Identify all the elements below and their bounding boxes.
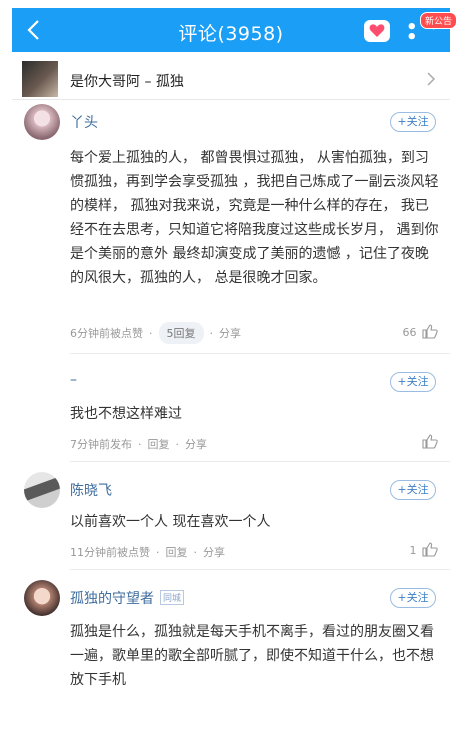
reply-button[interactable]: 回复 bbox=[166, 546, 188, 559]
comment-username[interactable]: 孤独的守望者 同城 bbox=[70, 588, 185, 608]
thumbs-up-icon bbox=[422, 542, 438, 557]
comment-item: – +关注 我也不想这样难过 7分钟前发布 · 回复 · 分享 bbox=[12, 366, 450, 462]
reply-button[interactable]: 5回复 bbox=[158, 322, 204, 344]
song-cover-image bbox=[22, 61, 58, 97]
share-button[interactable]: 分享 bbox=[203, 546, 225, 559]
follow-button[interactable]: +关注 bbox=[390, 588, 436, 608]
notice-badge: 新公告 bbox=[420, 12, 458, 29]
song-row[interactable]: 是你大哥阿 – 孤独 bbox=[12, 58, 450, 100]
top-bar: 评论(3958) • • • 新公告 bbox=[12, 8, 458, 52]
divider bbox=[70, 353, 450, 354]
comment-text: 以前喜欢一个人 现在喜欢一个人 bbox=[70, 514, 271, 530]
comment-time: 6分钟前被点赞 bbox=[70, 327, 143, 340]
avatar[interactable] bbox=[24, 472, 60, 508]
comment-time: 7分钟前发布 bbox=[70, 438, 132, 451]
comment-time: 11分钟前被点赞 bbox=[70, 546, 150, 559]
comment-text: 我也不想这样难过 bbox=[70, 406, 182, 422]
like-count: 1 bbox=[409, 544, 417, 557]
thumbs-up-icon bbox=[422, 434, 438, 449]
avatar[interactable] bbox=[24, 580, 60, 616]
comment-item: 孤独的守望者 同城 +关注 孤独是什么，孤独就是每天手机不离手，看过的朋友圈又看一… bbox=[12, 580, 450, 700]
like-button[interactable] bbox=[420, 434, 438, 449]
comment-item: 陈晓飞 +关注 以前喜欢一个人 现在喜欢一个人 11分钟前被点赞 · 回复 · 分享 1 bbox=[12, 472, 450, 570]
comment-meta: 7分钟前发布 · 回复 · 分享 bbox=[70, 438, 207, 451]
heart-icon[interactable] bbox=[364, 20, 390, 42]
comment-meta: 6分钟前被点赞 · 5回复 · 分享 bbox=[70, 322, 241, 344]
chevron-right-icon bbox=[427, 72, 436, 86]
comment-meta: 11分钟前被点赞 · 回复 · 分享 bbox=[70, 546, 225, 559]
follow-button[interactable]: +关注 bbox=[390, 480, 436, 500]
divider bbox=[70, 569, 450, 570]
song-title: 是你大哥阿 – 孤独 bbox=[70, 74, 184, 90]
like-button[interactable]: 1 bbox=[410, 542, 439, 557]
thumbs-up-icon bbox=[422, 324, 438, 339]
comment-item: 丫头 +关注 每个爱上孤独的人， 都曾畏惧过孤独， 从害怕孤独，到习惯孤独，再到… bbox=[12, 104, 450, 354]
follow-button[interactable]: +关注 bbox=[390, 372, 436, 392]
like-count: 66 bbox=[402, 326, 417, 339]
share-button[interactable]: 分享 bbox=[185, 438, 207, 451]
avatar[interactable] bbox=[24, 104, 60, 140]
comment-username[interactable]: – bbox=[70, 372, 77, 388]
divider bbox=[70, 461, 450, 462]
comment-username[interactable]: 陈晓飞 bbox=[70, 480, 112, 500]
comment-text: 每个爱上孤独的人， 都曾畏惧过孤独， 从害怕孤独，到习惯孤独，再到学会享受孤独 … bbox=[70, 150, 439, 286]
local-tag: 同城 bbox=[160, 590, 185, 605]
follow-button[interactable]: +关注 bbox=[390, 112, 436, 132]
comment-username[interactable]: 丫头 bbox=[70, 112, 98, 132]
reply-button[interactable]: 回复 bbox=[148, 438, 170, 451]
comment-text: 孤独是什么，孤独就是每天手机不离手，看过的朋友圈又看一遍，歌单里的歌全部听腻了，… bbox=[70, 624, 434, 688]
comment-username-text: 孤独的守望者 bbox=[70, 591, 154, 607]
share-button[interactable]: 分享 bbox=[219, 327, 241, 340]
like-button[interactable]: 66 bbox=[403, 324, 439, 339]
